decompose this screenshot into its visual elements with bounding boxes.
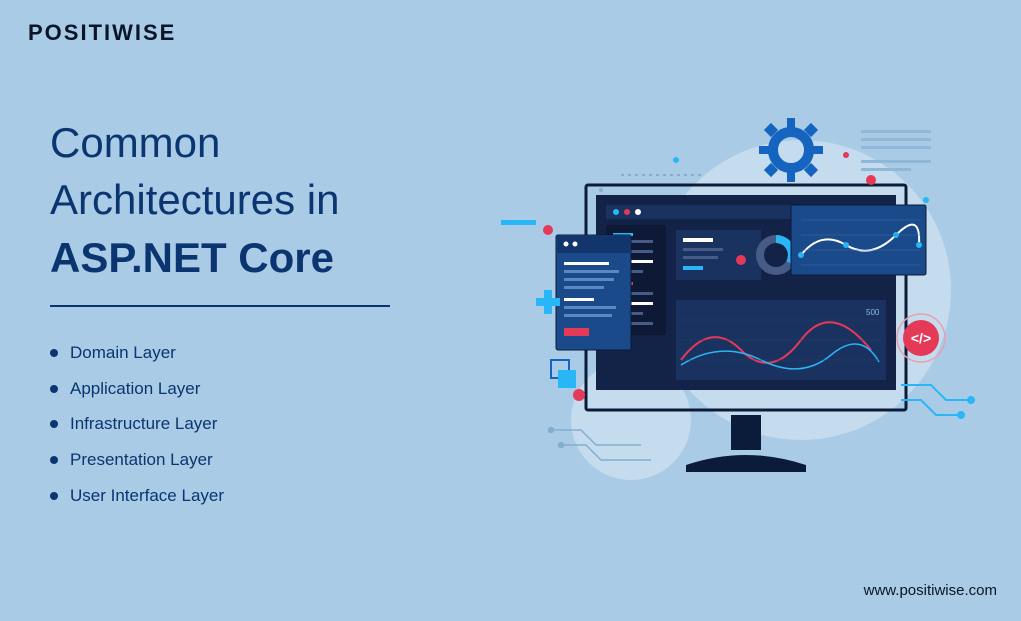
svg-text:500: 500	[866, 308, 880, 317]
list-item: User Interface Layer	[50, 478, 450, 514]
title-line-3: ASP.NET Core	[50, 230, 390, 307]
list-item: Domain Layer	[50, 335, 450, 371]
list-item: Application Layer	[50, 371, 450, 407]
website-url: www.positiwise.com	[864, 582, 997, 599]
architecture-layers-list: Domain Layer Application Layer Infrastru…	[50, 335, 450, 513]
line-chart-card-icon	[791, 205, 926, 275]
popup-card-icon	[556, 235, 631, 350]
svg-text:</>: </>	[911, 330, 931, 346]
title-line-1: Common	[50, 115, 450, 172]
main-content: Common Architectures in ASP.NET Core Dom…	[50, 115, 450, 514]
list-item: Infrastructure Layer	[50, 406, 450, 442]
code-icon: </>	[903, 320, 939, 356]
list-item: Presentation Layer	[50, 442, 450, 478]
brand-logo: POSITIWISE	[28, 20, 176, 46]
title-line-2: Architectures in	[50, 172, 450, 229]
dashboard-illustration: 500	[501, 90, 981, 530]
